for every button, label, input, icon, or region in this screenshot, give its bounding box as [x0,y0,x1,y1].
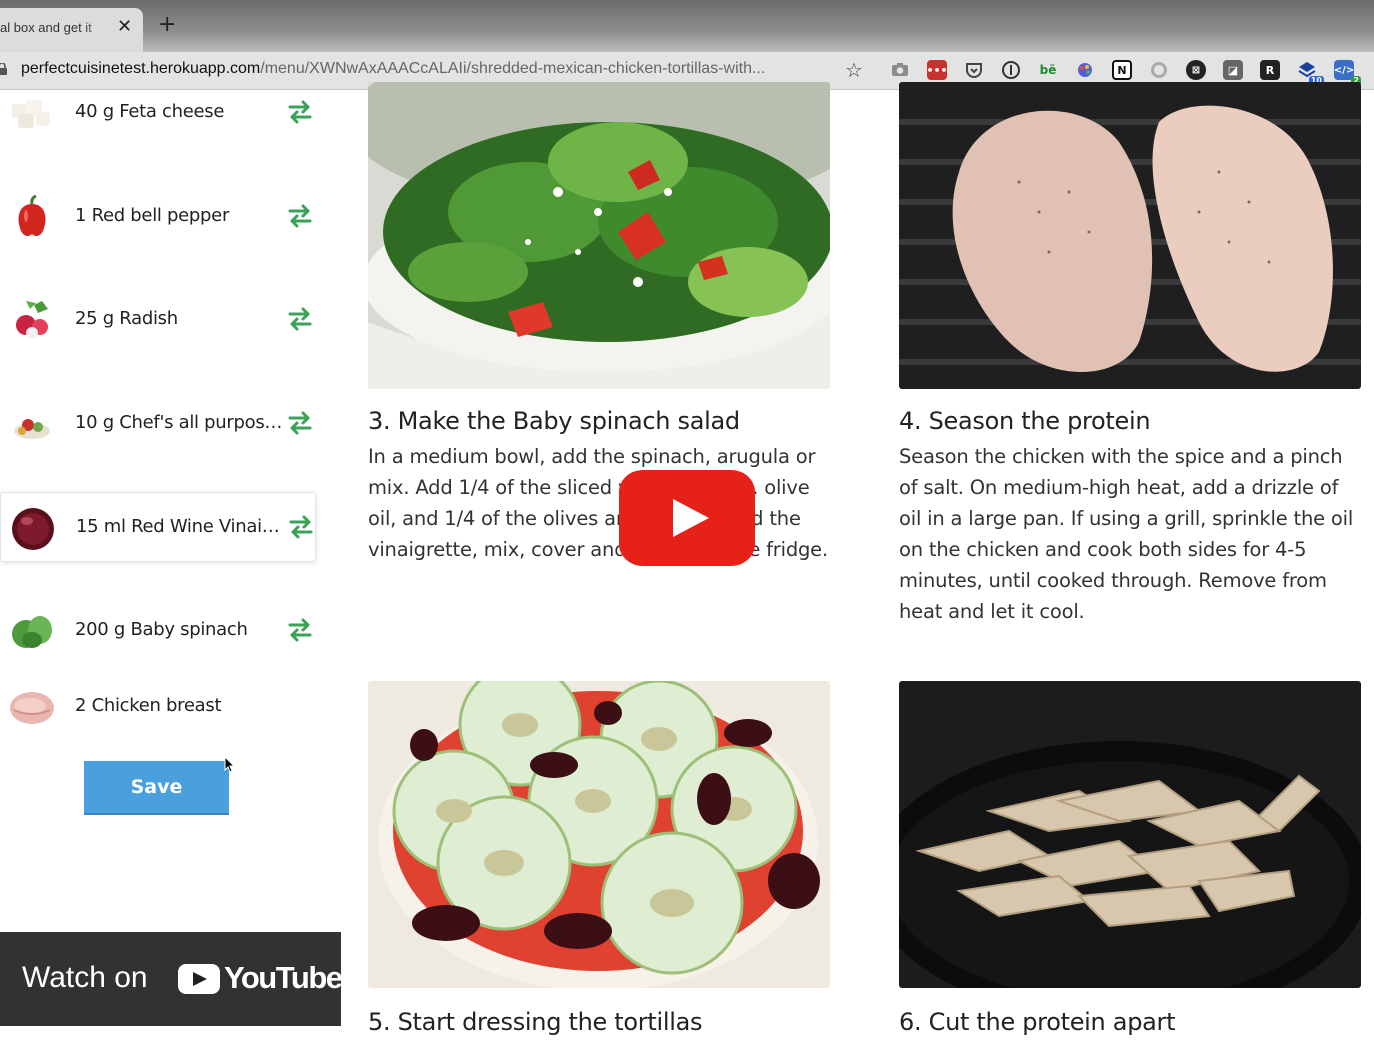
onepassword-icon[interactable] [1001,60,1021,80]
step-3-body: In a medium bowl, add the spinach, arugu… [368,445,828,561]
ingredient-name: Feta cheese [119,101,225,122]
ingredient-amount: 10 g [75,412,114,433]
ingredient-sidebar: 40 g Feta cheese 1 Red bell pepper 25 g … [0,90,340,1042]
swap-icon[interactable] [286,305,314,333]
chicken-image [10,692,54,724]
step-5-title: 5. Start dressing the tortillas [368,1008,703,1036]
r-icon[interactable]: R [1260,60,1280,80]
notion-icon[interactable]: N [1112,60,1132,80]
ingredient-name: Chicken breast [91,695,222,716]
step-4-image [899,82,1361,389]
pepper-image [18,194,46,236]
save-button[interactable]: Save [84,761,229,815]
address-bar[interactable]: perfectcuisinetest.herokuapp.com/menu/XW… [21,60,831,78]
ingredient-label: 40 g Feta cheese [75,101,287,122]
swap-icon[interactable] [286,409,314,437]
ingredient-amount: 2 [75,695,87,716]
mouse-cursor-icon [224,756,236,773]
tab-close-icon[interactable]: ✕ [117,16,132,37]
youtube-play-button[interactable] [619,470,755,566]
ingredient-row: 2 Chicken breast [0,672,316,742]
spinach-image [12,616,52,648]
ingredient-name: Baby spinach [130,619,248,640]
step-4-body: Season the chicken with the spice and a … [899,445,1354,623]
ingredient-label: 2 Chicken breast [75,695,287,716]
ingredient-row: 200 g Baby spinach [0,596,316,666]
camera-icon[interactable] [890,60,910,80]
ingredient-label: 200 g Baby spinach [75,619,287,640]
ingredient-row: 25 g Radish [0,285,316,355]
feta-image [12,100,50,128]
spice-image [14,419,50,439]
ingredient-amount: 200 g [75,619,126,640]
step-3-title: 3. Make the Baby spinach salad [368,407,740,435]
tab-title: al box and get it [0,20,92,35]
ingredient-label: 15 ml Red Wine Vinaigr... [76,516,288,537]
ingredient-label: 25 g Radish [75,308,287,329]
lock-icon [0,63,7,75]
watch-on-label: Watch on [22,961,148,994]
ingredient-name: Red bell pepper [91,205,230,226]
step-3-image [368,82,830,389]
browser-tab-bar: al box and get it ✕ + [0,0,1374,52]
layers-icon[interactable]: 10 [1297,60,1324,86]
swap-icon[interactable] [286,616,314,644]
lastpass-icon[interactable]: ••• [926,60,948,80]
youtube-logo-icon [178,964,220,994]
ingredient-name: Radish [119,308,178,329]
swap-icon[interactable] [287,513,315,541]
ingredient-amount: 25 g [75,308,114,329]
url-host: perfectcuisinetest.herokuapp.com [21,60,261,77]
swap-icon[interactable] [286,98,314,126]
youtube-wordmark: YouTube [224,960,343,995]
step-6-image [899,681,1361,988]
ingredient-amount: 15 ml [76,516,126,537]
clock-icon[interactable] [1149,60,1169,80]
ingredient-row: 1 Red bell pepper [0,182,316,252]
pocket-icon[interactable] [964,60,984,80]
ingredient-label: 1 Red bell pepper [75,205,287,226]
ingredient-amount: 40 g [75,101,114,122]
puzzle-icon[interactable]: ◪ [1223,60,1243,80]
code-icon[interactable]: </> 2 [1334,60,1361,86]
behance-icon[interactable]: bē [1038,60,1058,80]
ingredient-name: Red Wine Vinaigr... [131,516,288,537]
ingredient-row: 10 g Chef's all purpose ... [0,389,316,459]
bookmark-star-icon[interactable]: ☆ [845,58,863,82]
mixmax-icon[interactable]: ⊠ [1186,60,1206,80]
ingredient-row: 40 g Feta cheese [0,78,316,148]
ingredient-label: 10 g Chef's all purpose ... [75,412,287,433]
step-4-title: 4. Season the protein [899,407,1151,435]
radish-image [16,301,48,339]
watch-on-youtube-button[interactable]: Watch on YouTube [0,932,343,1026]
vinaigrette-image [12,508,54,550]
step-5-image [368,681,830,988]
url-path: /menu/XWNwAxAAACcALAIi/shredded-mexican-… [260,60,766,77]
palette-icon[interactable] [1075,60,1095,80]
new-tab-button[interactable]: + [158,14,176,36]
ingredient-amount: 1 [75,205,87,226]
swap-icon[interactable] [286,202,314,230]
ingredient-name: Chef's all purpose ... [119,412,287,433]
browser-tab[interactable]: al box and get it ✕ [0,8,143,52]
step-6-title: 6. Cut the protein apart [899,1008,1176,1036]
ingredient-row-selected[interactable]: 15 ml Red Wine Vinaigr... [0,492,316,562]
